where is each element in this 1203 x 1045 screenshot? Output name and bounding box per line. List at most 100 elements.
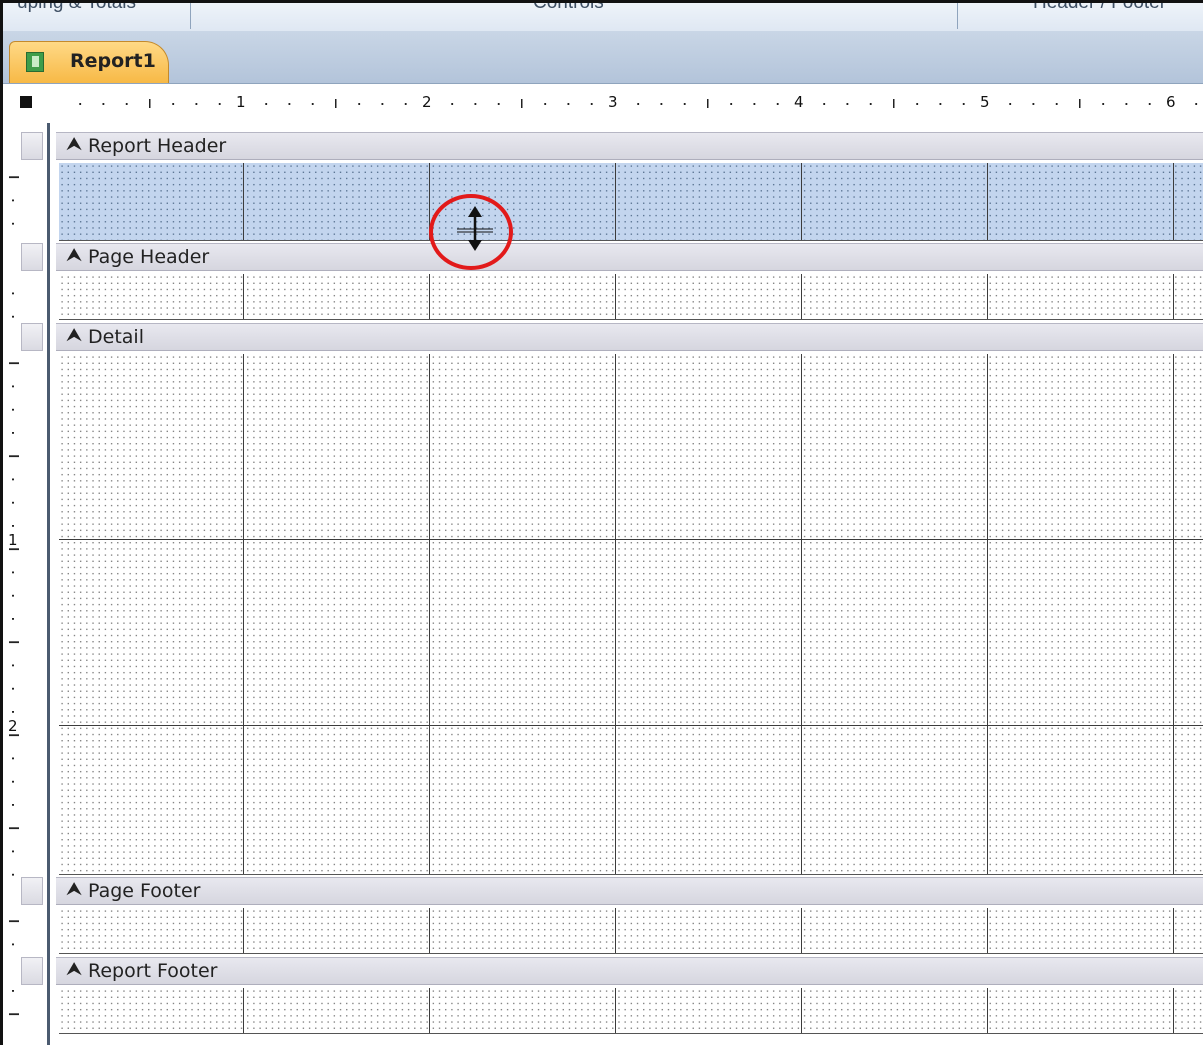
ruler-tick [939,103,942,105]
ruler-tick [79,103,82,105]
ruler-tick [1125,103,1128,105]
ruler-tick [776,103,779,105]
report-header-grid[interactable] [59,163,1203,241]
ruler-tick [521,99,523,108]
ruler-tick [9,827,19,830]
ribbon-separator [957,3,958,29]
access-report-design-window: uping & Totals Controls Header / Footer … [0,0,1203,1045]
ruler-tick [1032,103,1035,105]
ribbon-group-controls: Controls [533,3,653,29]
ruler-tick [916,103,919,105]
ruler-tick [311,103,314,105]
section-selector-page-footer[interactable] [21,877,43,905]
report-selector[interactable] [3,87,47,123]
ruler-tick [730,103,733,105]
ruler-tick [218,103,221,105]
ruler-tick [9,920,19,923]
ruler-tick [149,99,151,108]
ruler-tick [12,478,14,481]
ruler-tick [962,103,965,105]
tab-report1[interactable]: Report1 [9,41,169,83]
ruler-tick [637,103,640,105]
section-bar-page-footer[interactable]: ⮝ Page Footer [56,877,1203,905]
ruler-tick [12,757,14,760]
section-selector-detail[interactable] [21,323,43,351]
double-chevron-up-icon: ⮝ [66,879,83,900]
detail-grid[interactable] [59,354,1203,875]
ruler-tick [497,103,500,105]
ruler-tick [451,103,454,105]
ruler-tick [1009,103,1012,105]
ruler-tick [1079,99,1081,108]
ruler-tick [12,408,14,411]
ruler-tick [12,525,14,527]
ruler-tick [1148,103,1151,105]
resize-vertical-cursor-icon [457,206,493,251]
ruler-tick [12,432,14,434]
page-header-grid[interactable] [59,274,1203,320]
ruler-tick [358,103,361,105]
ruler-tick [9,176,19,179]
ruler-tick [404,103,407,105]
ruler-tick [660,103,663,105]
section-selector-report-footer[interactable] [21,957,43,985]
section-bar-detail[interactable]: ⮝ Detail [56,323,1203,351]
ruler-tick [12,594,14,597]
ruler-tick [12,222,14,225]
section-bar-report-header[interactable]: ⮝ Report Header [56,132,1203,160]
section-selector-page-header[interactable] [21,243,43,271]
ruler-tick [12,943,14,946]
ruler-tick [12,711,14,713]
ruler-tick [195,103,198,105]
ruler-tick [9,455,19,458]
ruler-tick [474,103,477,105]
document-tab-strip [3,31,1203,84]
ruler-tick [335,99,337,108]
ruler-tick [381,103,384,105]
ruler-tick [125,103,128,105]
report-footer-grid[interactable] [59,988,1203,1034]
report-design-canvas[interactable]: ⮝ Report Header ⮝ Page Header ⮝ Detail ⮝… [47,123,1203,1045]
ruler-tick [12,804,14,806]
ruler-number: 2 [8,717,18,735]
ruler-tick [893,99,895,108]
ruler-number: 6 [1166,93,1176,111]
ruler-tick [12,571,14,574]
ruler-tick [12,385,14,388]
ruler-tick [12,850,14,853]
section-title: Page Footer [88,880,201,902]
section-title: Report Header [88,135,227,157]
ruler-tick [12,664,14,667]
ruler-number: 2 [422,93,432,111]
ruler-tick [1055,103,1058,105]
page-footer-grid[interactable] [59,908,1203,954]
double-chevron-up-icon: ⮝ [66,245,83,266]
ruler-tick [12,315,14,318]
ruler-tick [846,103,849,105]
double-chevron-up-icon: ⮝ [66,134,83,155]
double-chevron-up-icon: ⮝ [66,959,83,980]
section-selector-report-header[interactable] [21,132,43,160]
ruler-tick [12,873,14,876]
ruler-tick [567,103,570,105]
horizontal-ruler[interactable]: 1 2 3 4 5 6 [47,87,1203,124]
double-chevron-up-icon: ⮝ [66,325,83,346]
ribbon-group-labels: uping & Totals Controls Header / Footer [3,3,1203,33]
ruler-tick [9,1013,19,1016]
ruler-tick [12,990,14,992]
ruler-tick [544,103,547,105]
ruler-tick [102,103,105,105]
ruler-number: 1 [236,93,246,111]
ruler-number: 3 [608,93,618,111]
ruler-tick [12,618,14,620]
ruler-tick [9,641,19,644]
ruler-number: 4 [794,93,804,111]
horizontal-ruler-ticks [79,99,1198,108]
ruler-number: 1 [8,531,18,549]
section-bar-report-footer[interactable]: ⮝ Report Footer [56,957,1203,985]
ruler-tick [12,780,14,783]
ruler-tick [265,103,268,105]
ribbon-separator [190,3,191,29]
section-bar-page-header[interactable]: ⮝ Page Header [56,243,1203,271]
ruler-tick [823,103,826,105]
